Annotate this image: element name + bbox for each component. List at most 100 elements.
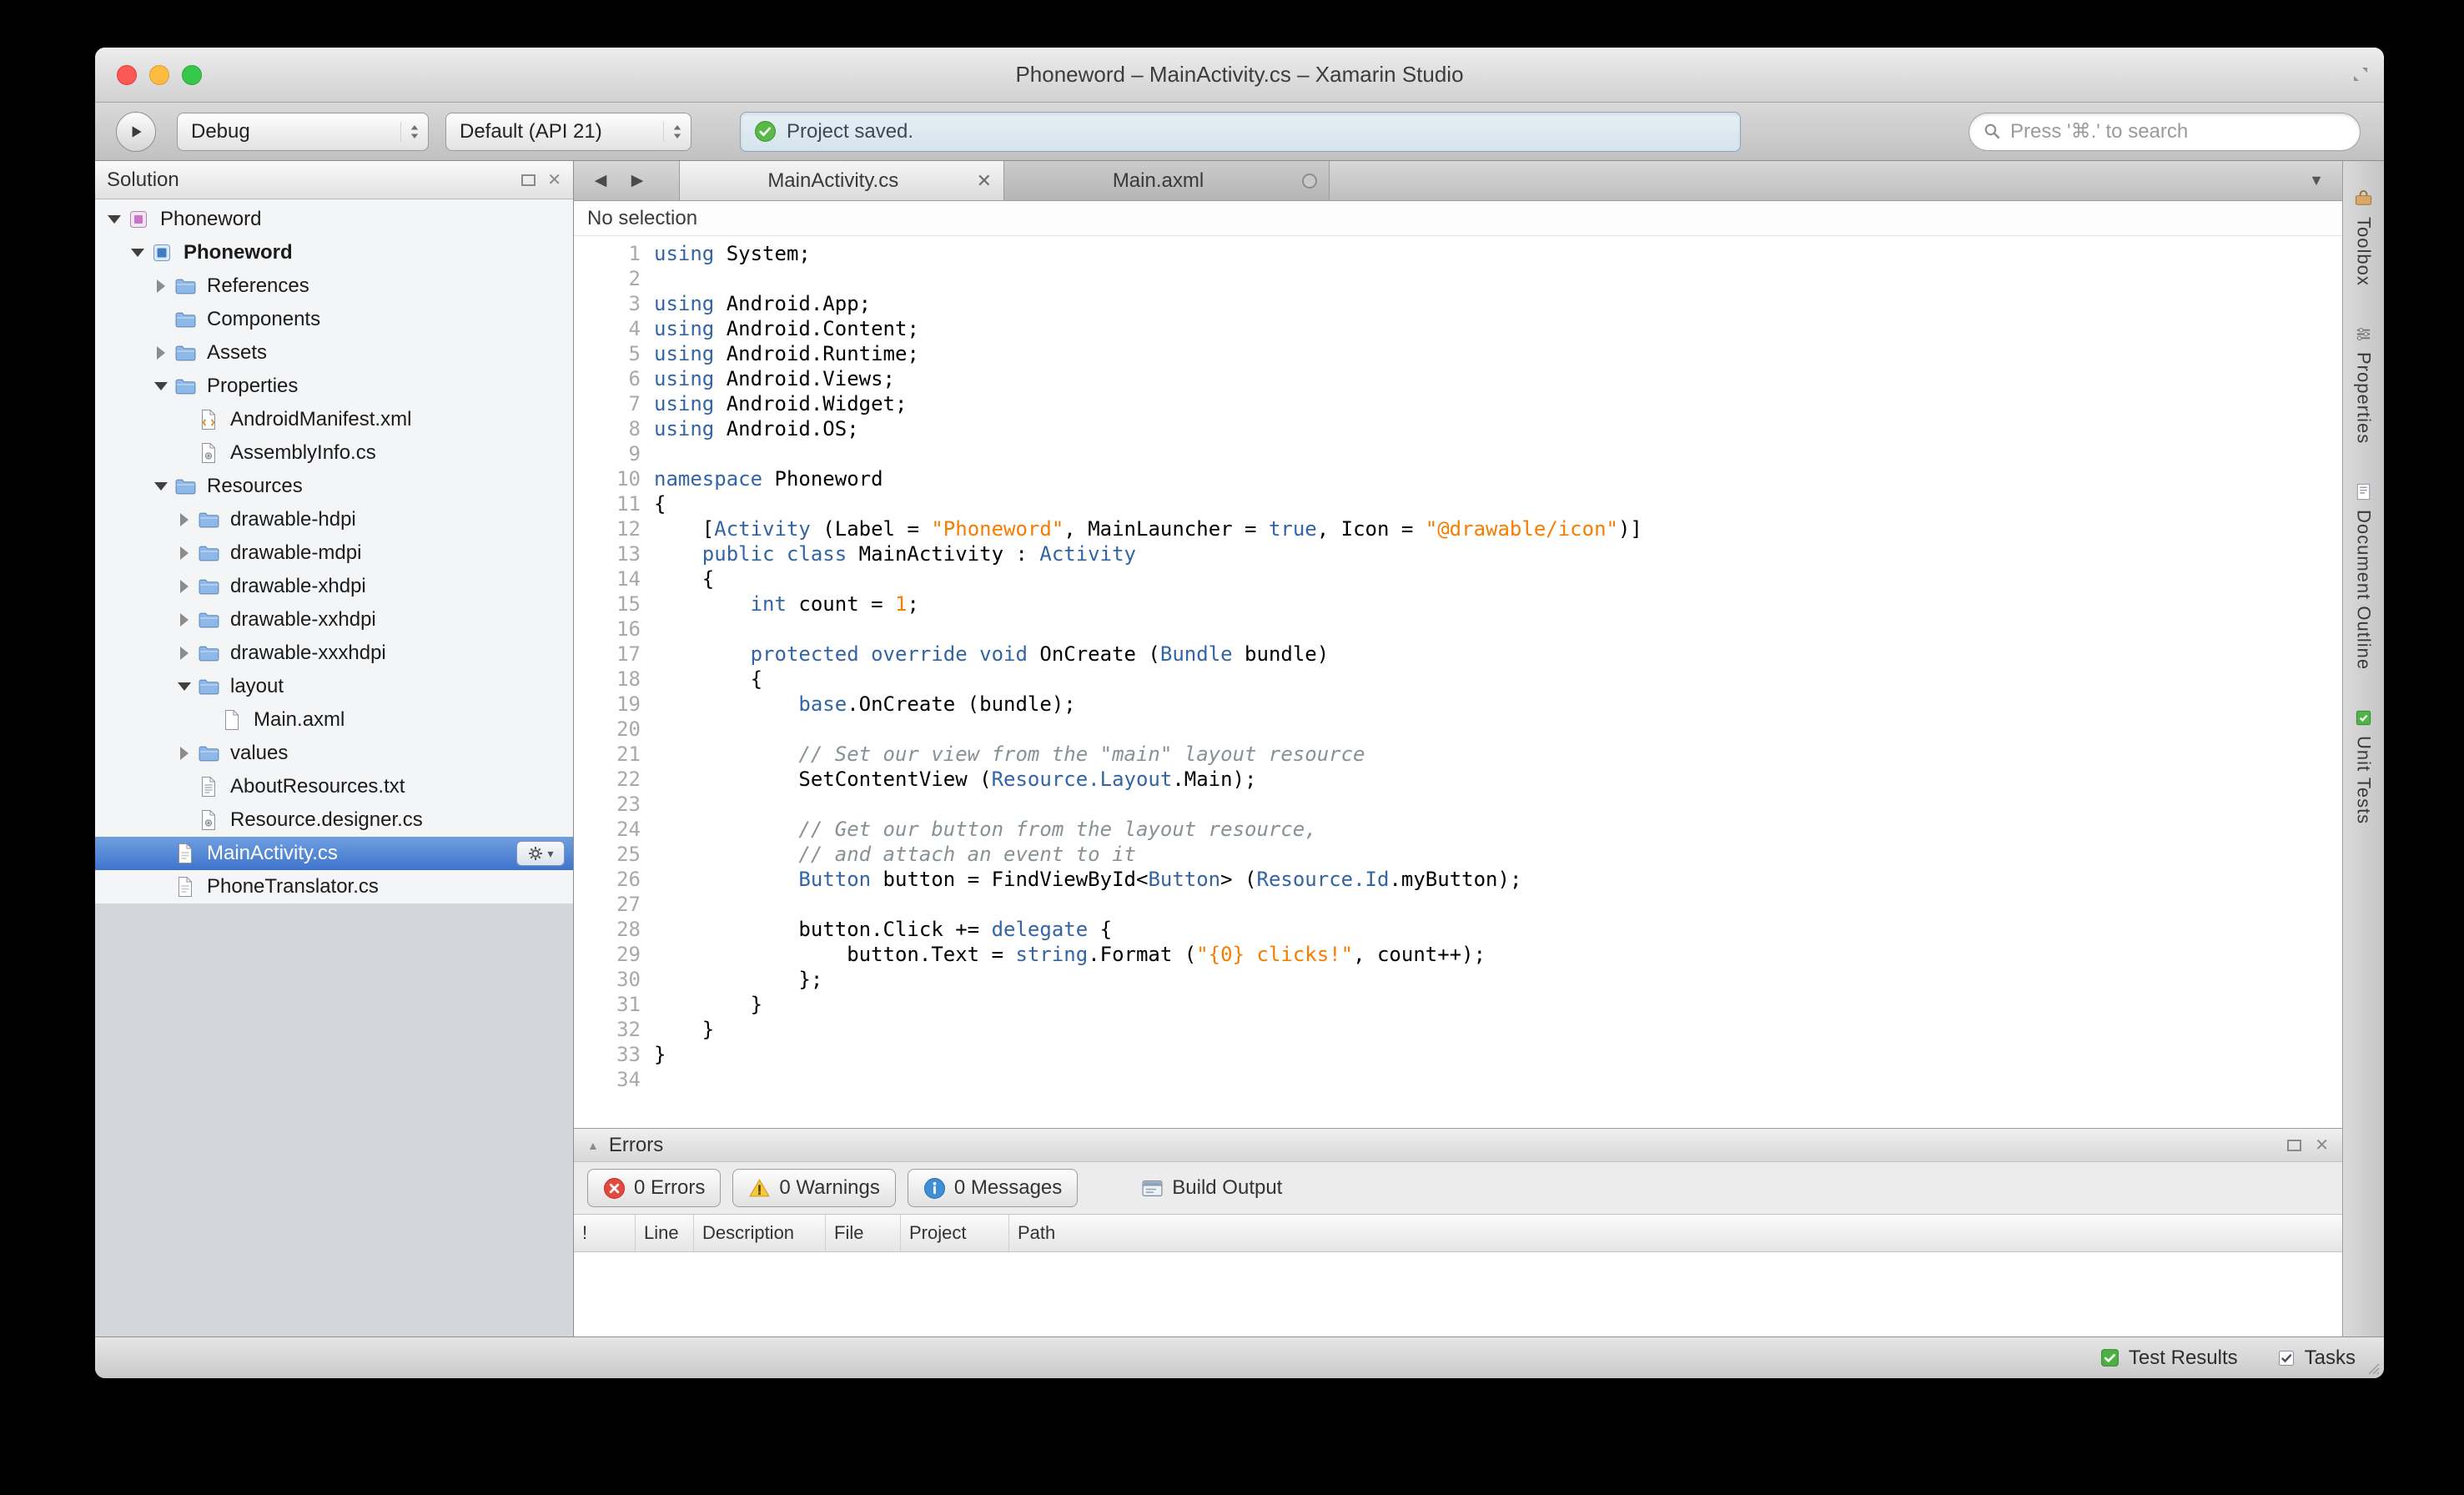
column-header-description[interactable]: Description [694, 1215, 826, 1251]
tree-item-assemblyinfo-cs[interactable]: AssemblyInfo.cs [95, 436, 573, 470]
tree-item-phonetranslator-cs[interactable]: PhoneTranslator.cs [95, 870, 573, 904]
code-line[interactable]: 28 button.Click += delegate { [574, 917, 2342, 942]
disclosure-right-icon[interactable] [173, 513, 195, 526]
navigate-back-icon[interactable]: ◀ [582, 161, 619, 200]
errors-list[interactable] [574, 1252, 2342, 1336]
dock-tab-unit-tests[interactable]: Unit Tests [2353, 708, 2375, 824]
tab-modified-icon[interactable] [1302, 174, 1317, 189]
disclosure-right-icon[interactable] [150, 279, 172, 293]
code-line[interactable]: 7using Android.Widget; [574, 391, 2342, 416]
0-messages-button[interactable]: 0 Messages [908, 1169, 1078, 1207]
disclosure-down-icon[interactable] [150, 482, 172, 491]
dock-tab-properties[interactable]: Properties [2353, 325, 2375, 444]
disclosure-right-icon[interactable] [173, 647, 195, 660]
code-line[interactable]: 1using System; [574, 241, 2342, 266]
disclosure-down-icon[interactable] [173, 682, 195, 691]
title-bar[interactable]: Phoneword – MainActivity.cs – Xamarin St… [95, 48, 2384, 103]
code-line[interactable]: 19 base.OnCreate (bundle); [574, 692, 2342, 717]
disclosure-right-icon[interactable] [173, 747, 195, 760]
tree-item-drawable-xhdpi[interactable]: drawable-xhdpi [95, 570, 573, 603]
column-header-project[interactable]: Project [901, 1215, 1009, 1251]
test-results-button[interactable]: Test Results [2099, 1347, 2238, 1370]
resize-grip-icon[interactable] [2363, 1358, 2380, 1375]
tree-item-components[interactable]: Components [95, 303, 573, 336]
disclosure-down-icon[interactable] [127, 249, 148, 257]
tree-item-aboutresources-txt[interactable]: AboutResources.txt [95, 770, 573, 803]
tree-item-references[interactable]: References [95, 269, 573, 303]
code-line[interactable]: 29 button.Text = string.Format ("{0} cli… [574, 942, 2342, 967]
code-line[interactable]: 10namespace Phoneword [574, 466, 2342, 491]
column-header-priority[interactable]: ! [574, 1215, 636, 1251]
tab-overflow-icon[interactable]: ▼ [2309, 172, 2324, 189]
disclosure-right-icon[interactable] [173, 580, 195, 593]
dock-pad-icon[interactable] [521, 174, 536, 186]
code-line[interactable]: 5using Android.Runtime; [574, 341, 2342, 366]
code-line[interactable]: 32 } [574, 1017, 2342, 1042]
tree-item-drawable-xxhdpi[interactable]: drawable-xxhdpi [95, 603, 573, 637]
code-line[interactable]: 24 // Get our button from the layout res… [574, 817, 2342, 842]
errors-panel-header[interactable]: ▲ Errors ✕ [574, 1129, 2342, 1162]
code-line[interactable]: 34 [574, 1067, 2342, 1092]
zoom-window-button[interactable] [182, 65, 202, 85]
tree-item-resource-designer-cs[interactable]: Resource.designer.cs [95, 803, 573, 837]
tree-item-properties[interactable]: Properties [95, 370, 573, 403]
code-line[interactable]: 8using Android.OS; [574, 416, 2342, 441]
code-line[interactable]: 6using Android.Views; [574, 366, 2342, 391]
tree-item-layout[interactable]: layout [95, 670, 573, 703]
code-line[interactable]: 14 { [574, 566, 2342, 591]
search-field[interactable] [1969, 113, 2361, 151]
navigate-forward-icon[interactable]: ▶ [619, 161, 656, 200]
column-header-line[interactable]: Line [636, 1215, 694, 1251]
column-header-file[interactable]: File [826, 1215, 901, 1251]
close-window-button[interactable] [117, 65, 137, 85]
run-button[interactable] [116, 112, 156, 152]
tree-item-values[interactable]: values [95, 737, 573, 770]
tab-close-icon[interactable]: ✕ [977, 170, 992, 192]
build-output-button[interactable]: Build Output [1126, 1169, 1297, 1207]
minimize-window-button[interactable] [149, 65, 169, 85]
code-line[interactable]: 20 [574, 717, 2342, 742]
code-area[interactable]: 1using System;23using Android.App;4using… [574, 236, 2342, 1128]
code-line[interactable]: 26 Button button = FindViewById<Button> … [574, 867, 2342, 892]
tree-item-phoneword[interactable]: Phoneword [95, 236, 573, 269]
tab-mainactivity-cs[interactable]: MainActivity.cs✕ [679, 161, 1004, 200]
code-line[interactable]: 2 [574, 266, 2342, 291]
tree-item-phoneword[interactable]: Phoneword [95, 203, 573, 236]
disclosure-right-icon[interactable] [173, 546, 195, 560]
dock-panel-icon[interactable] [2287, 1140, 2301, 1151]
tab-main-axml[interactable]: Main.axml [1004, 161, 1330, 200]
tree-item-drawable-xxxhdpi[interactable]: drawable-xxxhdpi [95, 637, 573, 670]
collapse-panel-icon[interactable]: ▲ [587, 1139, 599, 1152]
code-line[interactable]: 17 protected override void OnCreate (Bun… [574, 642, 2342, 667]
tree-item-drawable-hdpi[interactable]: drawable-hdpi [95, 503, 573, 536]
code-line[interactable]: 27 [574, 892, 2342, 917]
code-line[interactable]: 12 [Activity (Label = "Phoneword", MainL… [574, 516, 2342, 541]
disclosure-right-icon[interactable] [150, 346, 172, 360]
tree-item-main-axml[interactable]: Main.axml [95, 703, 573, 737]
tree-item-androidmanifest-xml[interactable]: AndroidManifest.xml [95, 403, 573, 436]
code-line[interactable]: 13 public class MainActivity : Activity [574, 541, 2342, 566]
disclosure-down-icon[interactable] [150, 382, 172, 390]
code-line[interactable]: 4using Android.Content; [574, 316, 2342, 341]
disclosure-down-icon[interactable] [103, 215, 125, 224]
dock-tab-document-outline[interactable]: Document Outline [2353, 482, 2375, 670]
tasks-button[interactable]: Tasks [2276, 1347, 2356, 1370]
code-line[interactable]: 16 [574, 617, 2342, 642]
search-input[interactable] [2010, 120, 2346, 143]
code-line[interactable]: 31 } [574, 992, 2342, 1017]
item-options-button[interactable]: ▾ [516, 841, 565, 866]
code-line[interactable]: 25 // and attach an event to it [574, 842, 2342, 867]
code-line[interactable]: 33} [574, 1042, 2342, 1067]
code-line[interactable]: 21 // Set our view from the "main" layou… [574, 742, 2342, 767]
code-line[interactable]: 30 }; [574, 967, 2342, 992]
fullscreen-icon[interactable] [2351, 64, 2371, 84]
code-line[interactable]: 11{ [574, 491, 2342, 516]
disclosure-right-icon[interactable] [173, 613, 195, 627]
tree-item-mainactivity-cs[interactable]: MainActivity.cs▾ [95, 837, 573, 870]
0-warnings-button[interactable]: 0 Warnings [732, 1169, 896, 1207]
tree-item-resources[interactable]: Resources [95, 470, 573, 503]
tree-item-assets[interactable]: Assets [95, 336, 573, 370]
code-line[interactable]: 9 [574, 441, 2342, 466]
code-line[interactable]: 3using Android.App; [574, 291, 2342, 316]
code-line[interactable]: 22 SetContentView (Resource.Layout.Main)… [574, 767, 2342, 792]
